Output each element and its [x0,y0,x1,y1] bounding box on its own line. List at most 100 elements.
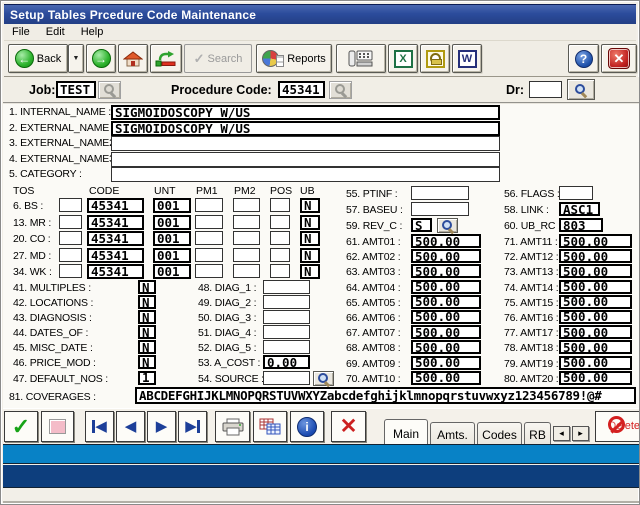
first-record-button[interactable]: ◀ [85,411,114,442]
amount-field[interactable]: 500.00 [559,264,632,278]
job-search-button[interactable] [98,81,121,99]
amount-field[interactable]: 500.00 [411,234,481,248]
procedure-search-button[interactable] [329,81,352,99]
name-field[interactable] [111,152,500,167]
option-field[interactable]: N [138,280,156,294]
pm2-field[interactable] [233,215,260,229]
unt-field[interactable]: 001 [153,198,191,213]
pos-field[interactable] [270,198,290,212]
delete-button[interactable]: Delete [595,411,640,442]
next-record-button[interactable]: ▶ [147,411,176,442]
pm2-field[interactable] [233,198,260,212]
flags-field[interactable] [559,186,593,200]
menu-item[interactable]: File [12,26,30,38]
amount-field[interactable]: 500.00 [559,340,632,354]
ub-rc-field[interactable]: 803 [559,218,603,232]
pm2-field[interactable] [233,248,260,262]
pm1-field[interactable] [195,198,223,212]
pm1-field[interactable] [195,215,223,229]
word-button[interactable]: W [452,44,482,73]
pm2-field[interactable] [233,231,260,245]
phone-button[interactable] [336,44,386,73]
diag-field[interactable] [263,340,310,354]
option-field[interactable]: N [138,295,156,309]
unt-field[interactable]: 001 [153,248,191,263]
pm2-field[interactable] [233,264,260,278]
previous-record-button[interactable]: ◀ [116,411,145,442]
amount-field[interactable]: 500.00 [559,356,632,370]
amount-field[interactable]: 500.00 [411,249,481,263]
ub-field[interactable]: N [300,264,320,279]
diag-field[interactable] [263,371,310,385]
amount-field[interactable]: 500.00 [411,310,481,324]
tos-field[interactable] [59,215,82,229]
excel-button[interactable]: X [388,44,418,73]
code-field[interactable]: 45341 [87,231,144,246]
cancel-button[interactable]: ✕ [331,411,366,442]
amount-field[interactable]: 500.00 [559,280,632,294]
job-field[interactable]: TEST [56,81,96,98]
amount-field[interactable]: 500.00 [559,325,632,339]
undo-button[interactable] [150,44,182,73]
tos-field[interactable] [59,198,82,212]
pos-field[interactable] [270,215,290,229]
dr-search-button[interactable] [567,79,595,100]
pos-field[interactable] [270,231,290,245]
code-field[interactable]: 45341 [87,215,144,230]
option-field[interactable]: N [138,325,156,339]
code-field[interactable]: 45341 [87,198,144,213]
amount-field[interactable]: 500.00 [559,234,632,248]
coverages-field[interactable]: ABCDEFGHIJKLMNOPQRSTUVWXYZabcdefghijklmn… [135,387,636,404]
back-dropdown-button[interactable]: ▼ [68,44,84,73]
amount-field[interactable]: 500.00 [411,340,481,354]
ptinf-field[interactable] [411,186,469,200]
name-field[interactable] [111,167,500,182]
amount-field[interactable]: 500.00 [559,310,632,324]
amount-field[interactable]: 500.00 [411,280,481,294]
rev-c-field[interactable]: S [411,218,432,232]
pm1-field[interactable] [195,248,223,262]
amount-field[interactable]: 500.00 [411,356,481,370]
option-field[interactable]: N [138,340,156,354]
menu-item[interactable]: Help [81,26,104,38]
schedule-button[interactable] [420,44,450,73]
amount-field[interactable]: 500.00 [559,371,632,385]
info-button[interactable]: i [290,411,324,442]
last-record-button[interactable]: ▶ [178,411,207,442]
tos-field[interactable] [59,231,82,245]
procedure-code-field[interactable]: 45341 [278,81,325,98]
copy-records-button[interactable] [253,411,287,442]
diag-field[interactable]: 0.00 [263,355,310,369]
tos-field[interactable] [59,264,82,278]
ub-field[interactable]: N [300,231,320,246]
tab-scroll-right-button[interactable]: ▸ [572,426,589,441]
amount-field[interactable]: 500.00 [411,295,481,309]
amount-field[interactable]: 500.00 [411,325,481,339]
accept-button[interactable]: ✓ [4,411,38,442]
diag-field[interactable] [263,280,310,294]
reports-button[interactable]: Reports [256,44,332,73]
baseu-field[interactable] [411,202,469,216]
diag-field[interactable] [263,295,310,309]
dr-field[interactable] [529,81,562,98]
help-button[interactable]: ? [568,44,599,73]
print-button[interactable] [215,411,250,442]
ub-field[interactable]: N [300,198,320,213]
pos-field[interactable] [270,264,290,278]
rev-c-search-button[interactable] [437,218,458,233]
pm1-field[interactable] [195,264,223,278]
name-field[interactable] [111,136,500,151]
tos-field[interactable] [59,248,82,262]
ub-field[interactable]: N [300,215,320,230]
menu-item[interactable]: Edit [46,26,65,38]
pm1-field[interactable] [195,231,223,245]
search-button[interactable]: ✓ Search [184,44,252,73]
source-search-button[interactable] [313,371,334,386]
code-field[interactable]: 45341 [87,264,144,279]
back-button[interactable]: ← Back [8,44,68,73]
option-field[interactable]: N [138,310,156,324]
clear-button[interactable] [41,411,74,442]
ub-field[interactable]: N [300,248,320,263]
diag-field[interactable] [263,325,310,339]
name-field[interactable]: SIGMOIDOSCOPY W/US [111,105,500,120]
